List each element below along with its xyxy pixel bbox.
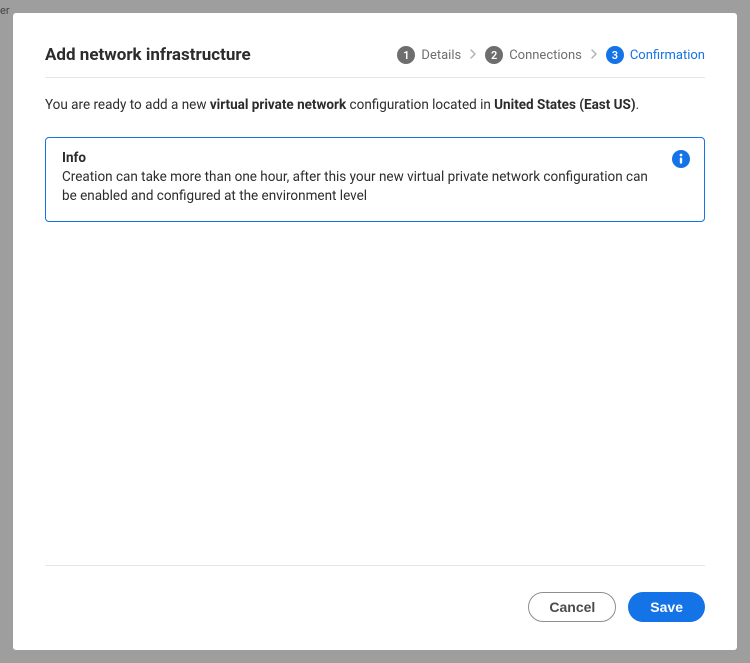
step-badge: 3: [606, 46, 624, 64]
step-details[interactable]: 1 Details: [397, 46, 461, 64]
add-network-modal: Add network infrastructure 1 Details 2 C…: [13, 13, 737, 650]
info-body: Creation can take more than one hour, af…: [62, 168, 656, 207]
modal-header: Add network infrastructure 1 Details 2 C…: [45, 45, 705, 78]
confirmation-text: You are ready to add a new virtual priva…: [45, 96, 705, 115]
stepper: 1 Details 2 Connections 3 Confirmation: [397, 46, 705, 64]
info-title: Info: [62, 150, 656, 166]
page-title: Add network infrastructure: [45, 45, 251, 65]
step-confirmation[interactable]: 3 Confirmation: [606, 46, 705, 64]
step-label: Confirmation: [630, 48, 705, 63]
info-panel: Info Creation can take more than one hou…: [45, 137, 705, 222]
step-badge: 1: [397, 46, 415, 64]
step-badge: 2: [485, 46, 503, 64]
cancel-button[interactable]: Cancel: [528, 592, 616, 622]
info-icon: [672, 150, 690, 168]
background-fragment: er: [0, 4, 10, 17]
chevron-right-icon: [469, 48, 477, 62]
modal-body: You are ready to add a new virtual priva…: [45, 78, 705, 565]
step-connections[interactable]: 2 Connections: [485, 46, 582, 64]
save-button[interactable]: Save: [628, 592, 705, 622]
step-label: Connections: [509, 48, 582, 63]
step-label: Details: [421, 48, 461, 63]
modal-footer: Cancel Save: [45, 565, 705, 622]
chevron-right-icon: [590, 48, 598, 62]
